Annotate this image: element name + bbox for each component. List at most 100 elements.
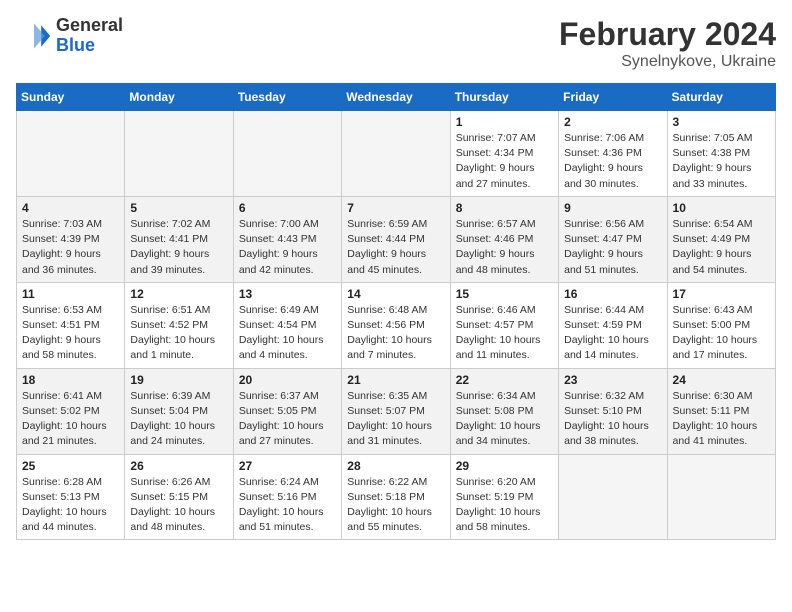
calendar-cell: 13 Sunrise: 6:49 AMSunset: 4:54 PMDayligh… — [233, 282, 341, 368]
day-number: 14 — [347, 287, 444, 301]
day-info: Sunrise: 6:39 AMSunset: 5:04 PMDaylight:… — [130, 389, 227, 450]
day-info: Sunrise: 7:00 AMSunset: 4:43 PMDaylight:… — [239, 217, 336, 278]
day-number: 26 — [130, 459, 227, 473]
day-number: 23 — [564, 373, 661, 387]
day-info: Sunrise: 6:44 AMSunset: 4:59 PMDaylight:… — [564, 303, 661, 364]
day-number: 5 — [130, 201, 227, 215]
logo: General Blue — [16, 16, 123, 56]
day-info: Sunrise: 6:43 AMSunset: 5:00 PMDaylight:… — [673, 303, 770, 364]
day-number: 12 — [130, 287, 227, 301]
calendar-cell — [342, 111, 450, 197]
day-number: 20 — [239, 373, 336, 387]
day-number: 22 — [456, 373, 553, 387]
calendar-cell: 12 Sunrise: 6:51 AMSunset: 4:52 PMDayligh… — [125, 282, 233, 368]
calendar-week-row: 1 Sunrise: 7:07 AMSunset: 4:34 PMDaylight… — [17, 111, 776, 197]
day-info: Sunrise: 6:59 AMSunset: 4:44 PMDaylight:… — [347, 217, 444, 278]
location-subtitle: Synelnykove, Ukraine — [559, 53, 776, 71]
day-info: Sunrise: 6:51 AMSunset: 4:52 PMDaylight:… — [130, 303, 227, 364]
calendar-cell: 11 Sunrise: 6:53 AMSunset: 4:51 PMDayligh… — [17, 282, 125, 368]
calendar-cell — [667, 454, 775, 540]
month-year-title: February 2024 — [559, 16, 776, 53]
day-info: Sunrise: 6:22 AMSunset: 5:18 PMDaylight:… — [347, 475, 444, 536]
day-number: 11 — [22, 287, 119, 301]
calendar-cell: 25 Sunrise: 6:28 AMSunset: 5:13 PMDayligh… — [17, 454, 125, 540]
day-number: 13 — [239, 287, 336, 301]
calendar-cell: 17Sunrise: 6:43 AMSunset: 5:00 PMDayligh… — [667, 282, 775, 368]
day-number: 8 — [456, 201, 553, 215]
day-number: 25 — [22, 459, 119, 473]
day-info: Sunrise: 6:56 AMSunset: 4:47 PMDaylight:… — [564, 217, 661, 278]
calendar-cell — [233, 111, 341, 197]
day-of-week-header: Sunday — [17, 84, 125, 111]
calendar-cell: 19 Sunrise: 6:39 AMSunset: 5:04 PMDayligh… — [125, 368, 233, 454]
day-number: 10 — [673, 201, 770, 215]
day-info: Sunrise: 6:35 AMSunset: 5:07 PMDaylight:… — [347, 389, 444, 450]
day-info: Sunrise: 7:05 AMSunset: 4:38 PMDaylight:… — [673, 131, 770, 192]
calendar-cell: 23 Sunrise: 6:32 AMSunset: 5:10 PMDayligh… — [559, 368, 667, 454]
calendar-header: SundayMondayTuesdayWednesdayThursdayFrid… — [17, 84, 776, 111]
calendar-week-row: 25 Sunrise: 6:28 AMSunset: 5:13 PMDayligh… — [17, 454, 776, 540]
day-number: 29 — [456, 459, 553, 473]
day-info: Sunrise: 6:28 AMSunset: 5:13 PMDaylight:… — [22, 475, 119, 536]
day-of-week-header: Saturday — [667, 84, 775, 111]
calendar-week-row: 4 Sunrise: 7:03 AMSunset: 4:39 PMDaylight… — [17, 196, 776, 282]
calendar-cell: 29 Sunrise: 6:20 AMSunset: 5:19 PMDayligh… — [450, 454, 558, 540]
day-number: 1 — [456, 115, 553, 129]
calendar-body: 1 Sunrise: 7:07 AMSunset: 4:34 PMDaylight… — [17, 111, 776, 540]
calendar-cell: 15 Sunrise: 6:46 AMSunset: 4:57 PMDayligh… — [450, 282, 558, 368]
day-number: 15 — [456, 287, 553, 301]
day-info: Sunrise: 6:37 AMSunset: 5:05 PMDaylight:… — [239, 389, 336, 450]
day-of-week-header: Thursday — [450, 84, 558, 111]
calendar-cell: 20 Sunrise: 6:37 AMSunset: 5:05 PMDayligh… — [233, 368, 341, 454]
day-info: Sunrise: 7:03 AMSunset: 4:39 PMDaylight:… — [22, 217, 119, 278]
calendar-cell: 18Sunrise: 6:41 AMSunset: 5:02 PMDayligh… — [17, 368, 125, 454]
calendar-cell: 3Sunrise: 7:05 AMSunset: 4:38 PMDaylight… — [667, 111, 775, 197]
calendar-cell — [17, 111, 125, 197]
calendar-cell — [559, 454, 667, 540]
day-number: 27 — [239, 459, 336, 473]
day-info: Sunrise: 6:34 AMSunset: 5:08 PMDaylight:… — [456, 389, 553, 450]
days-of-week-row: SundayMondayTuesdayWednesdayThursdayFrid… — [17, 84, 776, 111]
day-number: 4 — [22, 201, 119, 215]
day-info: Sunrise: 6:46 AMSunset: 4:57 PMDaylight:… — [456, 303, 553, 364]
calendar-cell: 24Sunrise: 6:30 AMSunset: 5:11 PMDayligh… — [667, 368, 775, 454]
day-number: 16 — [564, 287, 661, 301]
day-info: Sunrise: 6:57 AMSunset: 4:46 PMDaylight:… — [456, 217, 553, 278]
day-info: Sunrise: 6:53 AMSunset: 4:51 PMDaylight:… — [22, 303, 119, 364]
calendar-cell: 16 Sunrise: 6:44 AMSunset: 4:59 PMDayligh… — [559, 282, 667, 368]
calendar-cell: 26Sunrise: 6:26 AMSunset: 5:15 PMDayligh… — [125, 454, 233, 540]
calendar-cell: 5Sunrise: 7:02 AMSunset: 4:41 PMDaylight… — [125, 196, 233, 282]
calendar-cell: 28 Sunrise: 6:22 AMSunset: 5:18 PMDayligh… — [342, 454, 450, 540]
day-info: Sunrise: 7:06 AMSunset: 4:36 PMDaylight:… — [564, 131, 661, 192]
day-info: Sunrise: 6:48 AMSunset: 4:56 PMDaylight:… — [347, 303, 444, 364]
logo-general: General — [56, 16, 123, 36]
day-info: Sunrise: 6:32 AMSunset: 5:10 PMDaylight:… — [564, 389, 661, 450]
logo-icon — [16, 18, 52, 54]
day-number: 24 — [673, 373, 770, 387]
day-number: 7 — [347, 201, 444, 215]
day-number: 28 — [347, 459, 444, 473]
day-info: Sunrise: 7:07 AMSunset: 4:34 PMDaylight:… — [456, 131, 553, 192]
logo-text: General Blue — [56, 16, 123, 56]
day-number: 2 — [564, 115, 661, 129]
day-info: Sunrise: 6:49 AMSunset: 4:54 PMDaylight:… — [239, 303, 336, 364]
calendar-cell: 10Sunrise: 6:54 AMSunset: 4:49 PMDayligh… — [667, 196, 775, 282]
logo-blue: Blue — [56, 36, 123, 56]
day-info: Sunrise: 6:20 AMSunset: 5:19 PMDaylight:… — [456, 475, 553, 536]
calendar-cell: 1 Sunrise: 7:07 AMSunset: 4:34 PMDaylight… — [450, 111, 558, 197]
day-of-week-header: Monday — [125, 84, 233, 111]
page-header: General Blue February 2024 Synelnykove, … — [16, 16, 776, 71]
calendar-cell: 4 Sunrise: 7:03 AMSunset: 4:39 PMDaylight… — [17, 196, 125, 282]
day-info: Sunrise: 6:24 AMSunset: 5:16 PMDaylight:… — [239, 475, 336, 536]
calendar-table: SundayMondayTuesdayWednesdayThursdayFrid… — [16, 83, 776, 540]
calendar-cell — [125, 111, 233, 197]
calendar-cell: 8 Sunrise: 6:57 AMSunset: 4:46 PMDaylight… — [450, 196, 558, 282]
title-block: February 2024 Synelnykove, Ukraine — [559, 16, 776, 71]
day-of-week-header: Tuesday — [233, 84, 341, 111]
day-number: 21 — [347, 373, 444, 387]
day-info: Sunrise: 6:41 AMSunset: 5:02 PMDaylight:… — [22, 389, 119, 450]
calendar-week-row: 11 Sunrise: 6:53 AMSunset: 4:51 PMDayligh… — [17, 282, 776, 368]
calendar-week-row: 18Sunrise: 6:41 AMSunset: 5:02 PMDayligh… — [17, 368, 776, 454]
day-number: 19 — [130, 373, 227, 387]
day-number: 9 — [564, 201, 661, 215]
